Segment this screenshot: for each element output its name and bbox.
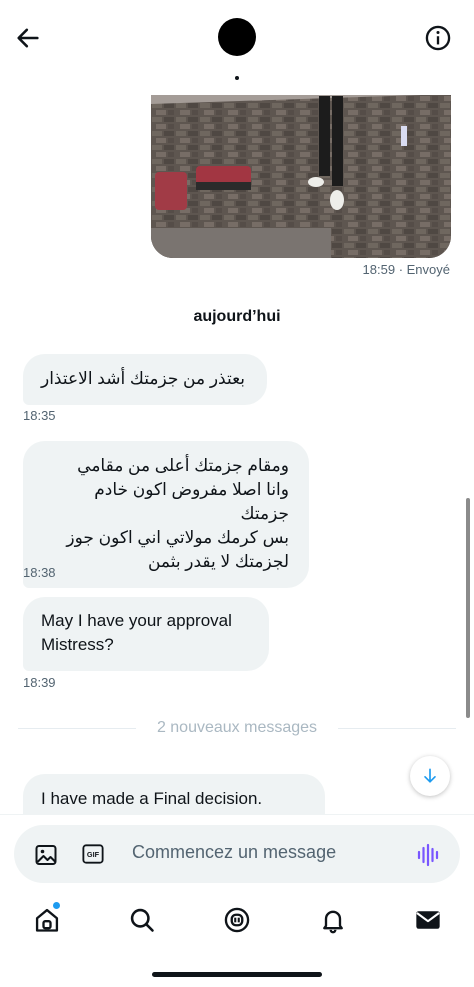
message-time: 18:59 xyxy=(362,262,396,277)
avatar-indicator-dot xyxy=(235,76,239,80)
message-bubble[interactable]: بعتذر من جزمتك أشد الاعتذار xyxy=(23,354,268,405)
info-icon[interactable] xyxy=(424,24,452,52)
gif-icon[interactable]: GIF xyxy=(82,843,104,865)
home-icon[interactable] xyxy=(33,906,61,934)
message-line: Mistress? xyxy=(41,635,114,654)
message-time: 18:38 xyxy=(23,565,56,580)
home-indicator xyxy=(152,972,322,977)
notifications-icon[interactable] xyxy=(319,906,347,934)
image-icon[interactable] xyxy=(34,843,58,867)
grok-icon[interactable] xyxy=(223,906,251,934)
notification-badge xyxy=(53,902,60,909)
message-composer[interactable]: GIF Commencez un message xyxy=(14,825,460,883)
avatar[interactable] xyxy=(218,18,256,56)
message-time: 18:35 xyxy=(23,408,56,423)
message-bubble[interactable]: May I have your approval Mistress? xyxy=(23,597,269,671)
message-status: · Envoyé xyxy=(398,262,450,277)
message-input[interactable]: Commencez un message xyxy=(132,842,336,863)
conversation-header xyxy=(0,0,474,95)
messages-icon[interactable] xyxy=(414,906,442,934)
date-separator: aujourd’hui xyxy=(193,308,281,325)
voice-icon[interactable] xyxy=(416,842,442,868)
message-line: بس كرمك مولاتي اني اكون جوز xyxy=(66,528,289,547)
new-messages-separator: 2 nouveaux messages xyxy=(18,717,456,739)
scrollbar[interactable] xyxy=(466,498,470,718)
message-bubble[interactable]: ومقام جزمتك أعلى من مقامي وانا اصلا مفرو… xyxy=(23,441,309,588)
composer-area: GIF Commencez un message xyxy=(0,814,474,893)
message-line: لجزمتك لا يقدر بثمن xyxy=(147,552,289,571)
media-message-meta: 18:59 · Envoyé xyxy=(363,262,450,277)
message-text: بعتذر من جزمتك أشد الاعتذار xyxy=(41,369,246,388)
message-time: 18:39 xyxy=(23,675,56,690)
message-text: I have made a Final decision. xyxy=(41,789,263,808)
arrow-left-icon[interactable] xyxy=(14,24,42,52)
message-line: ومقام جزمتك أعلى من مقامي xyxy=(77,456,289,475)
scroll-to-bottom-button[interactable] xyxy=(410,756,450,796)
new-messages-label: 2 nouveaux messages xyxy=(156,719,318,736)
svg-text:GIF: GIF xyxy=(87,850,100,859)
arrow-down-icon xyxy=(424,768,436,783)
message-line: May I have your approval xyxy=(41,611,232,630)
bottom-tab-bar xyxy=(0,892,474,987)
message-line: وانا اصلا مفروض اكون خادم جزمتك xyxy=(94,480,289,523)
search-icon[interactable] xyxy=(128,906,156,934)
